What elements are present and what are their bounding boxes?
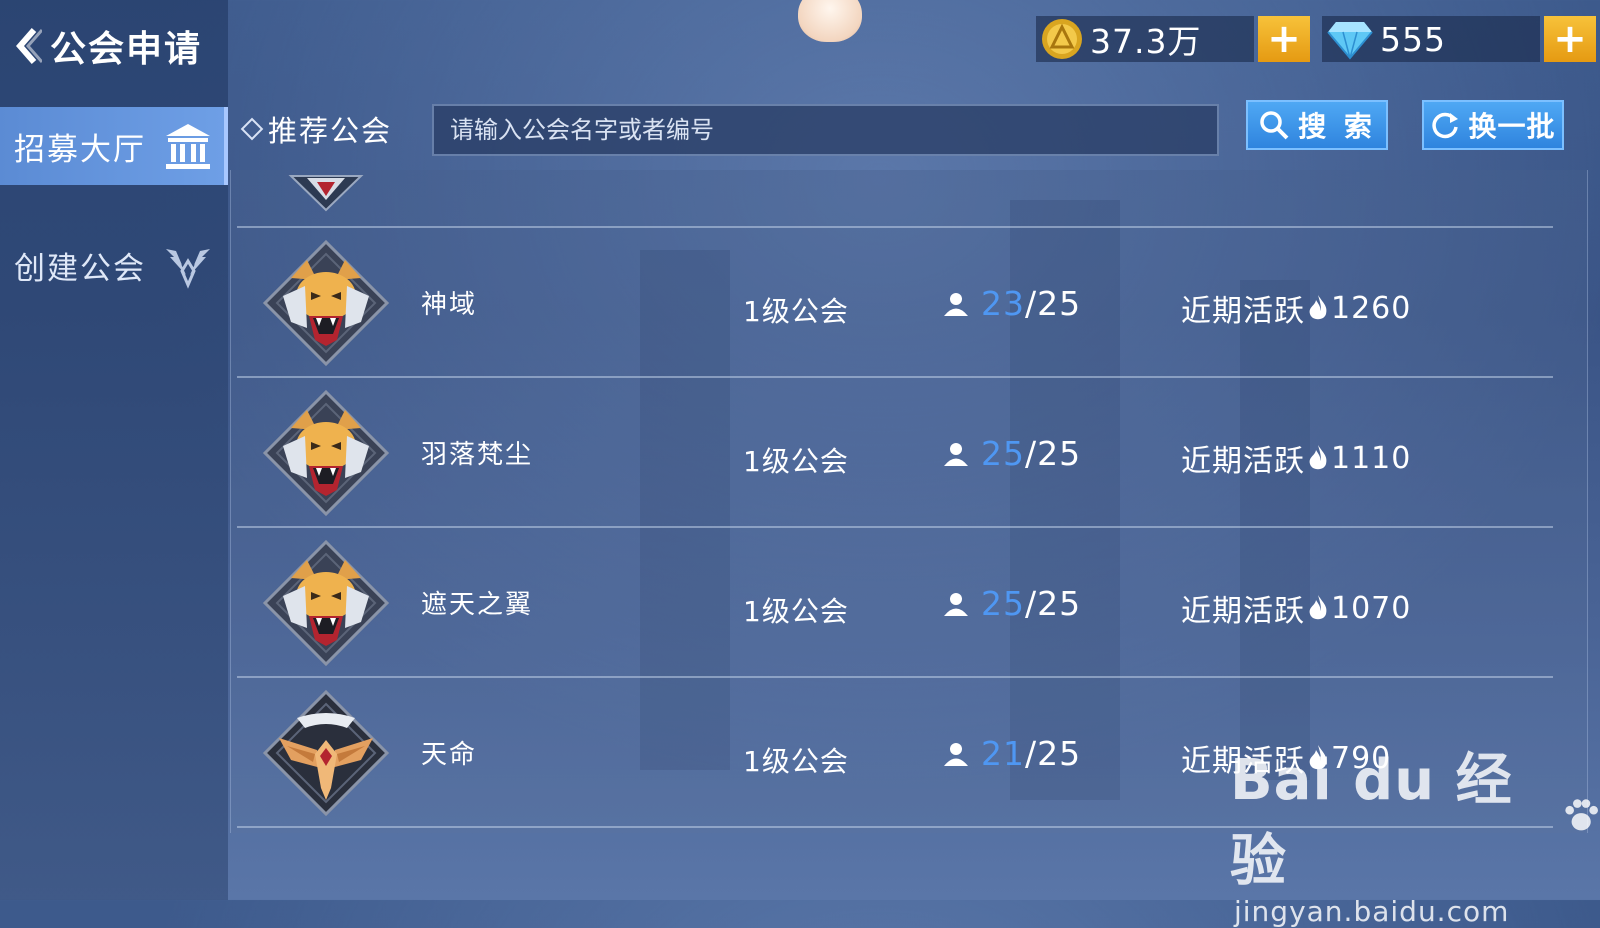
guild-name: 遮天之翼 bbox=[421, 590, 534, 620]
activity-label: 近期活跃 bbox=[1181, 444, 1305, 479]
activity-label: 近期活跃 bbox=[1181, 594, 1305, 629]
activity-value: 1110 bbox=[1331, 440, 1412, 476]
guild-members: 23/25 bbox=[943, 284, 1081, 323]
member-capacity: /25 bbox=[1025, 584, 1082, 623]
activity-value: 1260 bbox=[1331, 290, 1412, 326]
guild-members: 25/25 bbox=[943, 434, 1081, 473]
refresh-icon bbox=[1432, 112, 1459, 139]
baidu-watermark: Bai du 经验 jingyan.baidu.com bbox=[1230, 735, 1600, 928]
member-capacity: /25 bbox=[1025, 734, 1082, 773]
guild-members: 25/25 bbox=[943, 584, 1081, 623]
guild-search-input[interactable] bbox=[432, 104, 1219, 156]
wings-icon bbox=[166, 249, 210, 289]
member-count: 23 bbox=[981, 284, 1025, 323]
guild-row[interactable]: 神域 1级公会 23/25 近期活跃 1260 bbox=[231, 228, 1571, 378]
member-count: 25 bbox=[981, 434, 1025, 473]
member-capacity: /25 bbox=[1025, 284, 1082, 323]
chevron-left-icon bbox=[16, 28, 42, 64]
activity-label: 近期活跃 bbox=[1181, 294, 1305, 329]
paw-icon bbox=[1564, 799, 1598, 831]
sidebar: 公会申请 招募大厅 创建公会 bbox=[0, 0, 228, 900]
sidebar-item-recruit-hall[interactable]: 招募大厅 bbox=[0, 107, 228, 185]
activity-value: 1070 bbox=[1331, 590, 1412, 626]
guild-members: 21/25 bbox=[943, 734, 1081, 773]
add-gold-button[interactable]: + bbox=[1258, 16, 1310, 62]
guild-level: 1级公会 bbox=[743, 295, 849, 328]
tiger-emblem-icon bbox=[262, 239, 390, 367]
gem-value: 555 bbox=[1380, 19, 1446, 59]
guild-row[interactable]: 遮天之翼 1级公会 25/25 近期活跃 1070 bbox=[231, 528, 1571, 678]
person-icon bbox=[944, 592, 968, 616]
search-button-label: 搜 索 bbox=[1298, 110, 1376, 143]
gem-counter: 555 bbox=[1322, 16, 1540, 62]
diamond-bullet-icon bbox=[240, 117, 264, 141]
diamond-icon bbox=[1327, 22, 1373, 60]
member-count: 25 bbox=[981, 584, 1025, 623]
guild-activity: 近期活跃 1260 bbox=[1181, 286, 1411, 330]
member-count: 21 bbox=[981, 734, 1025, 773]
guild-list: 神域 1级公会 23/25 近期活跃 1260 羽落梵尘 1级公会 25/25 … bbox=[230, 170, 1588, 833]
guild-row[interactable]: 羽落梵尘 1级公会 25/25 近期活跃 1110 bbox=[231, 378, 1571, 528]
guild-activity: 近期活跃 1110 bbox=[1181, 436, 1411, 480]
section-label-text: 推荐公会 bbox=[268, 114, 393, 148]
tiger-emblem-icon bbox=[262, 539, 390, 667]
sidebar-item-label: 创建公会 bbox=[14, 250, 146, 287]
refresh-button-label: 换一批 bbox=[1468, 110, 1556, 143]
tiger-emblem-icon bbox=[288, 175, 364, 212]
guild-level: 1级公会 bbox=[743, 595, 849, 628]
guild-name: 羽落梵尘 bbox=[421, 440, 534, 470]
page-title: 公会申请 bbox=[50, 29, 203, 70]
search-icon bbox=[1260, 111, 1289, 140]
person-icon bbox=[944, 742, 968, 766]
flame-icon bbox=[1309, 445, 1327, 470]
plus-icon: + bbox=[1267, 16, 1301, 62]
member-capacity: /25 bbox=[1025, 434, 1082, 473]
flame-icon bbox=[1309, 295, 1327, 320]
back-button[interactable]: 公会申请 bbox=[12, 18, 202, 74]
person-icon bbox=[944, 442, 968, 466]
guild-name: 神域 bbox=[421, 290, 478, 320]
guild-level: 1级公会 bbox=[743, 745, 849, 778]
plus-icon: + bbox=[1553, 16, 1587, 62]
sidebar-item-create-guild[interactable]: 创建公会 bbox=[0, 226, 228, 304]
sidebar-item-label: 招募大厅 bbox=[14, 131, 146, 168]
person-icon bbox=[944, 292, 968, 316]
hall-icon bbox=[166, 124, 210, 169]
gold-coin-icon bbox=[1042, 19, 1082, 59]
guild-activity: 近期活跃 1070 bbox=[1181, 586, 1411, 630]
guild-name: 天命 bbox=[421, 740, 478, 770]
recommended-guilds-label: 推荐公会 bbox=[240, 108, 393, 150]
tiger-emblem-icon bbox=[262, 389, 390, 517]
gold-value: 37.3万 bbox=[1090, 22, 1202, 61]
guild-level: 1级公会 bbox=[743, 445, 849, 478]
search-button[interactable]: 搜 索 bbox=[1246, 100, 1388, 150]
refresh-button[interactable]: 换一批 bbox=[1422, 100, 1564, 150]
watermark-brand: Bai du 经验 bbox=[1230, 748, 1513, 894]
gold-counter: 37.3万 bbox=[1036, 16, 1254, 62]
flame-icon bbox=[1309, 595, 1327, 620]
add-gems-button[interactable]: + bbox=[1544, 16, 1596, 62]
eagle-emblem-icon bbox=[262, 689, 390, 817]
mascot-decoration bbox=[798, 0, 862, 42]
